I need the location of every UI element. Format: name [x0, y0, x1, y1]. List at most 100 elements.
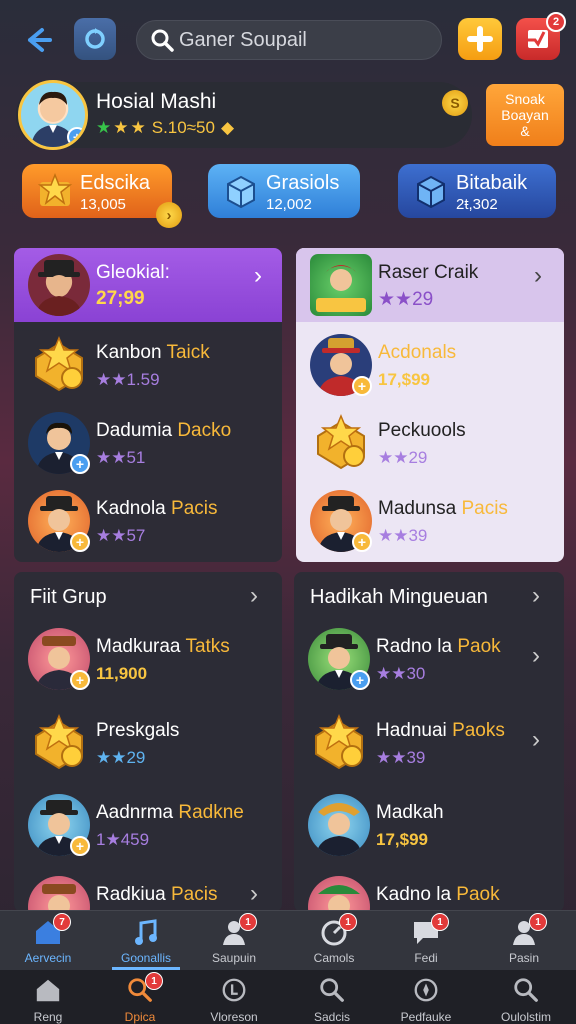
coin-badge-icon: + [352, 376, 372, 396]
featured-card-header[interactable]: Gleokial: 27;99 › [14, 248, 282, 322]
item-name: Madkuraa Tatks [96, 636, 230, 657]
list-item[interactable]: + Madkuraa Tatks 11,900 [14, 622, 282, 700]
item-name: Kadnola Pacis [96, 498, 218, 519]
list-item[interactable]: Hadnuai Paoks ★★39 › [294, 706, 564, 784]
avatar [310, 254, 372, 316]
list-item[interactable]: Preskgals ★★29 [14, 706, 282, 784]
tab-reng[interactable]: Reng [0, 976, 96, 1024]
add-button[interactable] [458, 18, 502, 60]
chevron-right-icon[interactable]: › [532, 726, 540, 754]
gold-coins-icon [35, 714, 83, 770]
currency-label: Edscika [80, 172, 151, 194]
star-icon: ★ [96, 118, 112, 137]
plus-icon [467, 26, 493, 52]
refresh-button[interactable] [74, 18, 116, 60]
refresh-icon [85, 28, 105, 49]
list-item[interactable]: Peckuools ★★29 [296, 406, 564, 484]
chevron-right-icon[interactable]: › [532, 642, 540, 670]
item-name: Radno la Paok [376, 636, 501, 657]
list-item[interactable]: + Dadumia Dacko ★★51 [14, 406, 282, 484]
tab-oulolstim[interactable]: Oulolstim [478, 976, 574, 1024]
tab-goonallis[interactable]: Goonallis [98, 917, 194, 971]
coin-badge-icon: + [70, 670, 90, 690]
item-name: Madkah [376, 802, 444, 823]
tab-badge: 7 [53, 913, 71, 931]
chevron-right-icon[interactable]: › [534, 262, 542, 290]
currency-label: Grasiols [266, 172, 340, 194]
list-item[interactable]: + Kadnola Pacis ★★57 [14, 484, 282, 562]
notification-button[interactable]: 2 [516, 12, 566, 60]
clock-icon [219, 976, 249, 1006]
snack-boayan-button[interactable]: Snoak Boayan & [486, 84, 564, 146]
tab-badge: 1 [145, 972, 163, 990]
currency-card-bitabaik[interactable]: Bitabaik 2ŧ,302 [398, 164, 556, 218]
gold-coins-icon [315, 714, 363, 770]
tab-pedfauke[interactable]: Pedfauke [378, 976, 474, 1024]
tab-pasin[interactable]: 1 Pasin [476, 913, 572, 971]
hat-character-icon [36, 260, 82, 316]
back-button[interactable] [20, 22, 56, 58]
snack-line-2: Boayan [501, 107, 549, 123]
item-stat: ★★1.59 [96, 370, 160, 389]
tab-aervecin[interactable]: 7 Aervecin [0, 913, 96, 971]
currency-value: 12,002 [266, 196, 312, 213]
list-item[interactable]: Radkiua Pacis › [14, 870, 282, 912]
list-item[interactable]: Madkah 17,$99 [294, 788, 564, 866]
tab-vloreson[interactable]: Vloreson [186, 976, 282, 1024]
currency-card-edscika[interactable]: Edscika 13,005 [22, 164, 172, 218]
item-name: Aadnrma Radkne [96, 802, 244, 823]
add-friend-icon[interactable]: + [70, 454, 90, 474]
list-item[interactable]: Kanbon Taick ★★1.59 [14, 328, 282, 406]
coin-icon: S [442, 90, 468, 116]
search-input[interactable] [179, 28, 429, 52]
chevron-right-icon[interactable]: › [250, 582, 258, 610]
top-bar: 2 [0, 0, 576, 80]
item-stat: ★★29 [96, 748, 146, 767]
tab-label: Saupuin [211, 951, 257, 965]
search-bar[interactable] [136, 20, 442, 60]
notification-count-badge: 2 [546, 12, 566, 32]
featured-card-left: Gleokial: 27;99 › Kanbon Taick ★★1.59 + … [14, 248, 282, 562]
chevron-right-icon[interactable]: › [532, 582, 540, 610]
chevron-right-icon[interactable]: › [250, 880, 258, 908]
profile-bar[interactable]: + Hosial Mashi ★ ★ ★ S.10≈50 ◆ S [16, 80, 472, 150]
tab-fedi[interactable]: 1 Fedi [378, 913, 474, 971]
chevron-right-icon[interactable]: › [254, 262, 262, 290]
coin-icon: › [156, 202, 182, 228]
list-item[interactable]: + Acdonals 17,$99 [296, 328, 564, 406]
group-title: Hadikah Mingueuan [310, 586, 488, 608]
tab-bar-primary: 7 Aervecin Goonallis 1 Saupuin 1 Camols … [0, 910, 576, 970]
currency-card-grasiols[interactable]: Grasiols 12,002 [208, 164, 360, 218]
festive-character-icon [318, 885, 360, 912]
item-stat: 11,900 [96, 664, 148, 683]
search-icon [511, 976, 541, 1006]
item-name: Radkiua Pacis [96, 884, 218, 905]
gold-coins-icon [317, 414, 365, 470]
coin-badge-icon: + [70, 836, 90, 856]
star-icon: ★ [130, 118, 146, 137]
avatar[interactable]: + [18, 80, 88, 150]
list-item[interactable]: + Aadnrma Radkne 1★459 [14, 788, 282, 866]
list-item[interactable]: + Radno la Paok ★★30 › [294, 622, 564, 700]
coin-badge-icon: + [352, 532, 372, 552]
item-stat: 1★459 [96, 830, 150, 849]
coin-badge-icon: + [70, 532, 90, 552]
tab-saupuin[interactable]: 1 Saupuin [186, 913, 282, 971]
cube-icon [417, 175, 445, 209]
list-item[interactable]: + Madunsa Pacis ★★39 [296, 484, 564, 562]
tab-badge: 1 [239, 913, 257, 931]
profile-stats: ★ ★ ★ S.10≈50 ◆ [96, 118, 234, 138]
card-title: Raser Craik [378, 262, 479, 283]
tab-sadcis[interactable]: Sadcis [284, 976, 380, 1024]
item-name: Kadno la Paok [376, 884, 500, 905]
featured-card-header[interactable]: Raser Craik ★★29 › [296, 248, 564, 322]
tab-badge: 1 [529, 913, 547, 931]
add-friend-icon[interactable]: + [350, 670, 370, 690]
inbox-icon [528, 30, 548, 48]
tab-label: Sadcis [313, 1010, 351, 1024]
tab-camols[interactable]: 1 Camols [286, 913, 382, 971]
card-title: Gleokial: [96, 262, 170, 283]
back-arrow-icon [28, 28, 52, 52]
list-item[interactable]: Kadno la Paok [294, 870, 564, 912]
tab-dpica[interactable]: 1 Dpica [92, 972, 188, 1024]
